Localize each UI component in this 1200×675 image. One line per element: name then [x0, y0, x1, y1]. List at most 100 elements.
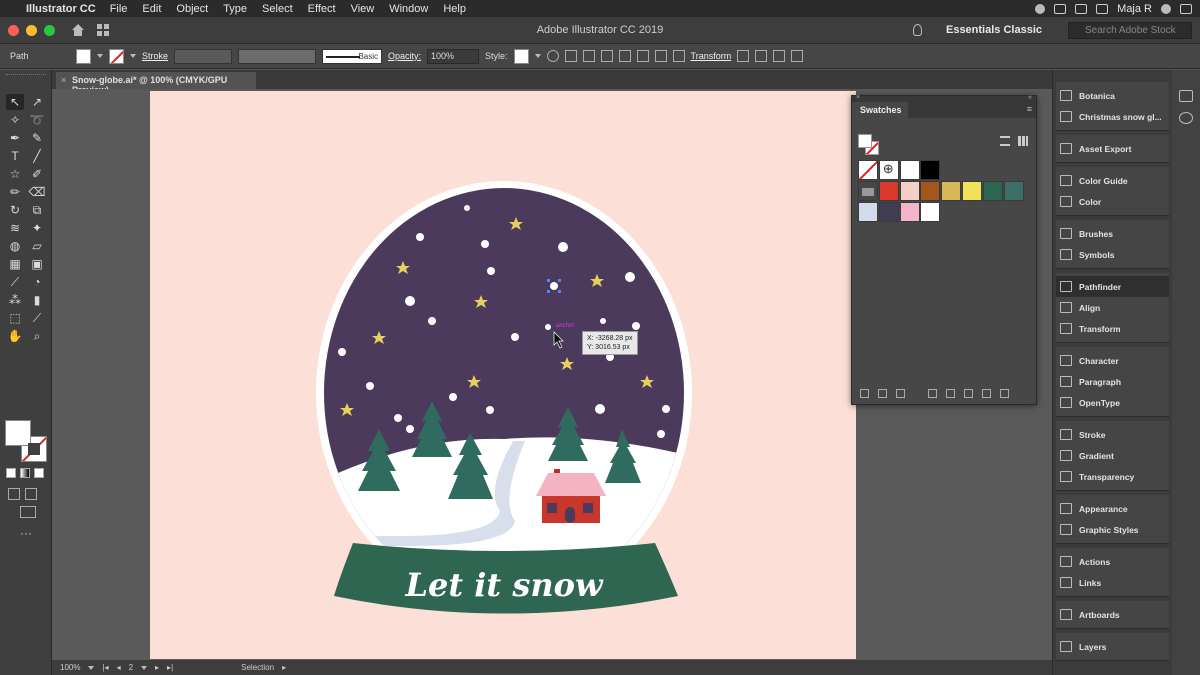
- artboard-tool-icon[interactable]: ⬚: [6, 310, 24, 326]
- rotate-tool-icon[interactable]: ↻: [6, 202, 24, 218]
- status-tool-label[interactable]: Selection: [241, 663, 274, 672]
- add-to-library-icon[interactable]: [878, 388, 887, 398]
- list-view-icon[interactable]: [1000, 136, 1010, 146]
- grid-view-icon[interactable]: [1018, 136, 1028, 146]
- dock-item-actions[interactable]: Actions: [1056, 551, 1169, 572]
- close-window-button[interactable]: [8, 24, 19, 36]
- menu-select[interactable]: Select: [262, 3, 293, 15]
- edit-icon[interactable]: [773, 50, 786, 62]
- swatch-registration[interactable]: [878, 160, 899, 180]
- dock-item-paragraph[interactable]: Paragraph: [1056, 371, 1169, 392]
- dock-item-transparency[interactable]: Transparency: [1056, 466, 1169, 487]
- folder-icon[interactable]: [982, 388, 991, 398]
- properties-icon[interactable]: [1179, 90, 1193, 102]
- close-tab-icon[interactable]: ×: [61, 75, 66, 85]
- swatch-color[interactable]: [858, 202, 878, 222]
- lasso-tool-icon[interactable]: ➰: [28, 112, 46, 128]
- spotlight-icon[interactable]: [1161, 3, 1171, 14]
- dock-item-graphic-styles[interactable]: Graphic Styles: [1056, 519, 1169, 540]
- swatch-options-icon[interactable]: [928, 388, 937, 398]
- dock-item-botanica[interactable]: Botanica: [1056, 85, 1169, 106]
- align-to-icon[interactable]: [564, 50, 577, 62]
- swatch-color[interactable]: [899, 160, 920, 180]
- cloud-icon[interactable]: [1054, 3, 1067, 14]
- eyedropper-tool-icon[interactable]: ⟋: [6, 274, 24, 290]
- none-mode-icon[interactable]: [34, 468, 44, 478]
- align-vcenter-icon[interactable]: [654, 50, 667, 62]
- last-artboard-icon[interactable]: ▸|: [167, 663, 173, 672]
- hand-tool-icon[interactable]: ✋: [6, 328, 24, 344]
- dock-item-symbols[interactable]: Symbols: [1056, 244, 1169, 265]
- menu-view[interactable]: View: [351, 3, 375, 15]
- stroke-panel-link[interactable]: Stroke: [142, 51, 168, 61]
- battery-icon[interactable]: [1096, 3, 1109, 14]
- menu-object[interactable]: Object: [176, 3, 208, 15]
- shaper-tool-icon[interactable]: ✐: [28, 166, 46, 182]
- eraser-tool-icon[interactable]: ⌫: [28, 184, 46, 200]
- edit-toolbar-icon[interactable]: ···: [20, 526, 32, 540]
- mesh-tool-icon[interactable]: ▦: [6, 256, 24, 272]
- arrange-documents-icon[interactable]: [97, 24, 119, 36]
- dock-item-align[interactable]: Align: [1056, 297, 1169, 318]
- brush-definition[interactable]: Basic: [322, 48, 383, 64]
- swatch-libraries-icon[interactable]: [860, 388, 869, 398]
- menu-type[interactable]: Type: [223, 3, 247, 15]
- notification-center-icon[interactable]: [1180, 3, 1192, 14]
- artboard-dropdown-icon[interactable]: [141, 665, 148, 670]
- stroke-weight-field[interactable]: [174, 48, 233, 64]
- new-swatch-icon[interactable]: [964, 388, 973, 398]
- fill-dropdown-icon[interactable]: [97, 54, 103, 58]
- dock-item-gradient[interactable]: Gradient: [1056, 445, 1169, 466]
- current-fill[interactable]: [858, 134, 872, 148]
- pencil-tool-icon[interactable]: ✏: [6, 184, 24, 200]
- perspective-grid-tool-icon[interactable]: ▱: [28, 238, 46, 254]
- shape-builder-tool-icon[interactable]: ◍: [6, 238, 24, 254]
- gradient-mode-icon[interactable]: [20, 468, 30, 478]
- magic-wand-tool-icon[interactable]: ✧: [6, 112, 24, 128]
- isolate-icon[interactable]: [737, 50, 750, 62]
- swatches-tab[interactable]: Swatches: [852, 102, 908, 118]
- wifi-icon[interactable]: [1075, 3, 1088, 14]
- dock-item-character[interactable]: Character: [1056, 350, 1169, 371]
- swatch-none[interactable]: [858, 160, 878, 180]
- swatch-color[interactable]: [878, 202, 899, 222]
- align-left-icon[interactable]: [582, 50, 595, 62]
- user-name[interactable]: Maja R: [1117, 3, 1152, 15]
- dock-item-layers[interactable]: Layers: [1056, 636, 1169, 657]
- swatch-color[interactable]: [961, 181, 982, 201]
- slice-tool-icon[interactable]: ⟋: [28, 310, 46, 326]
- swatch-color[interactable]: [982, 181, 1003, 201]
- align-right-icon[interactable]: [618, 50, 631, 62]
- variable-width-profile[interactable]: [238, 48, 317, 64]
- swatch-color[interactable]: [1003, 181, 1024, 201]
- screen-mode-icon[interactable]: [20, 506, 36, 518]
- artboard[interactable]: Let it snow anchor X: -3268.28 px Y: 301…: [150, 91, 856, 659]
- blend-tool-icon[interactable]: ◔: [28, 274, 46, 290]
- new-color-group-icon[interactable]: [946, 388, 955, 398]
- draw-normal-icon[interactable]: [8, 488, 20, 500]
- pen-tool-icon[interactable]: ✒: [6, 130, 24, 146]
- dock-item-pathfinder[interactable]: Pathfinder: [1056, 276, 1169, 297]
- zoom-window-button[interactable]: [44, 24, 55, 36]
- workspace-switcher[interactable]: Essentials Classic: [946, 24, 1042, 36]
- align-hcenter-icon[interactable]: [600, 50, 613, 62]
- style-dropdown-icon[interactable]: [534, 54, 541, 58]
- panel-grip[interactable]: [6, 74, 46, 78]
- align-top-icon[interactable]: [636, 50, 649, 62]
- swatch-color[interactable]: [920, 181, 941, 201]
- collapse-panel-icon[interactable]: «: [1028, 94, 1032, 101]
- align-bottom-icon[interactable]: [672, 50, 685, 62]
- menu-help[interactable]: Help: [443, 3, 466, 15]
- direct-selection-tool-icon[interactable]: ↗: [28, 94, 46, 110]
- record-icon[interactable]: [1035, 3, 1046, 14]
- first-artboard-icon[interactable]: |◂: [102, 663, 108, 672]
- dock-item-stroke[interactable]: Stroke: [1056, 424, 1169, 445]
- dock-item-links[interactable]: Links: [1056, 572, 1169, 593]
- color-mode-icon[interactable]: [6, 468, 16, 478]
- dock-item-color[interactable]: Color: [1056, 191, 1169, 212]
- status-menu-icon[interactable]: ▸: [282, 663, 286, 672]
- menu-window[interactable]: Window: [389, 3, 428, 15]
- transform-link[interactable]: Transform: [691, 51, 732, 61]
- swatch-group-folder[interactable]: [858, 181, 878, 201]
- cc-libraries-icon[interactable]: [1179, 112, 1193, 124]
